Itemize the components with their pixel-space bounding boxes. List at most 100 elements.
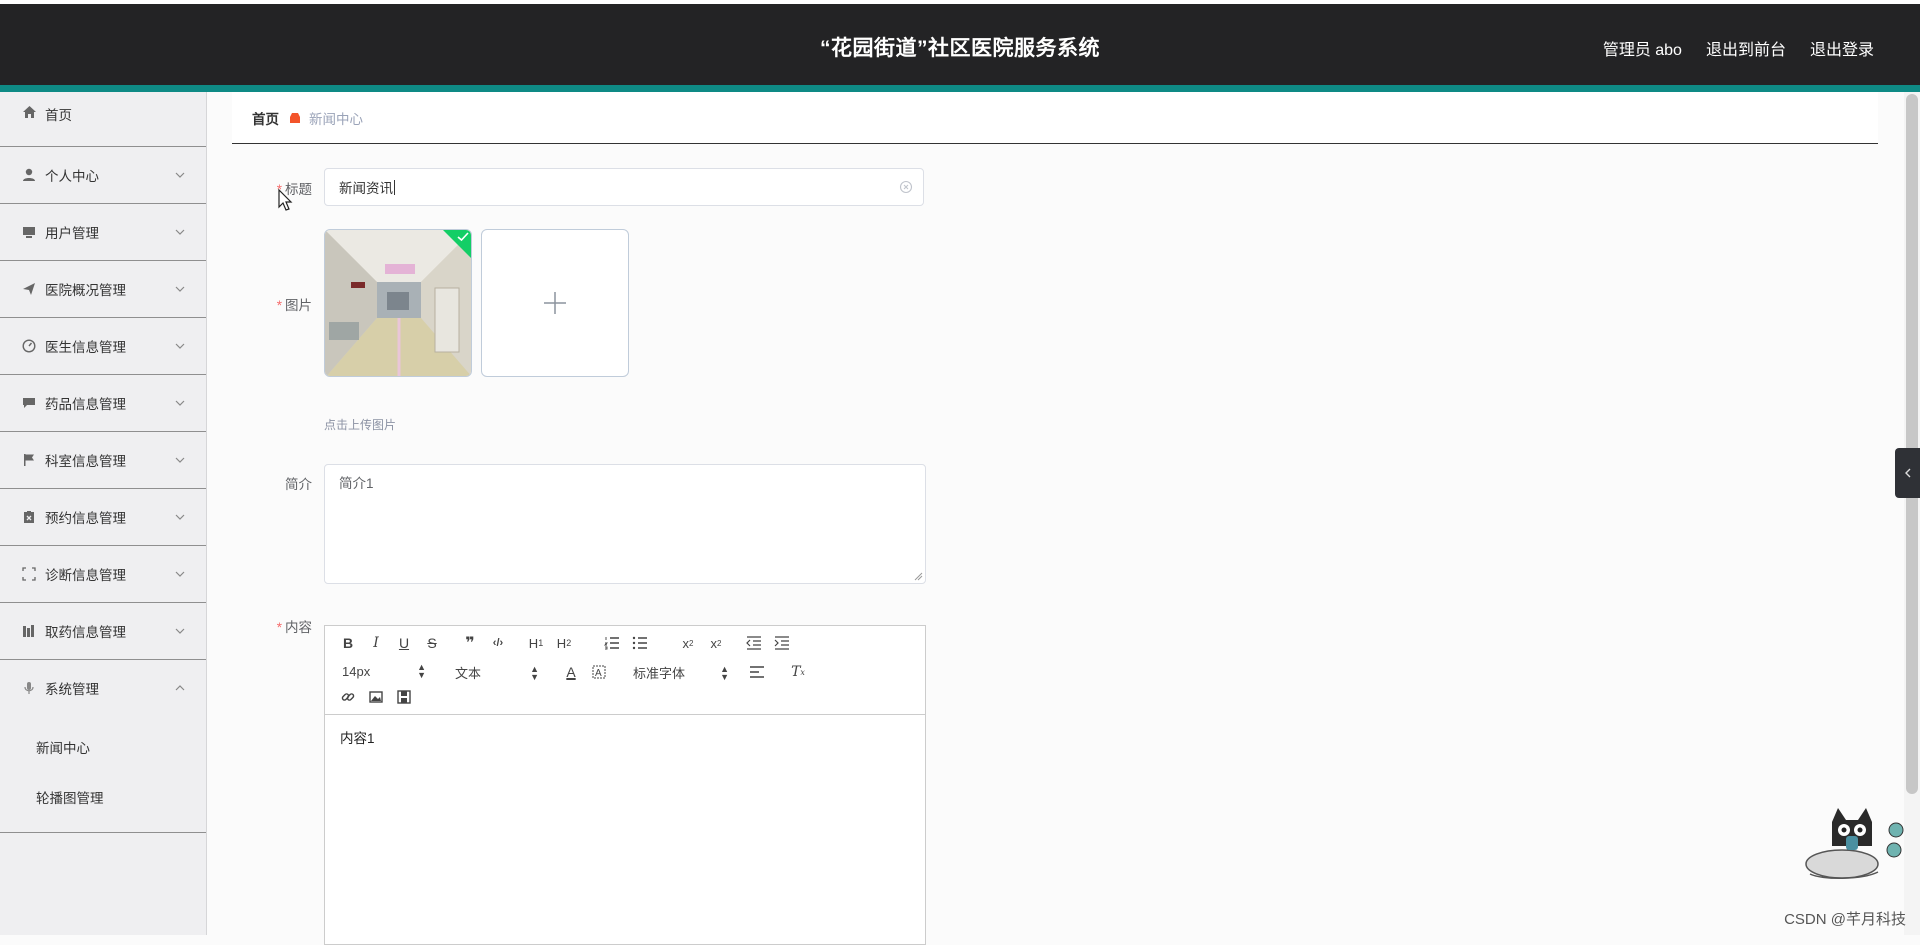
check-icon (457, 232, 469, 242)
title-input[interactable]: 新闻资讯 (324, 168, 924, 206)
sidebar-item-label: 药品信息管理 (45, 397, 126, 412)
upload-tip: 点击上传图片 (324, 418, 397, 432)
resize-grip-icon[interactable] (914, 572, 923, 581)
page-scrollbar-thumb[interactable] (1906, 94, 1918, 794)
system-management-submenu: 新闻中心 轮播图管理 (0, 716, 206, 833)
breadcrumb-current: 新闻中心 (309, 111, 363, 127)
exit-to-front-link[interactable]: 退出到前台 (1706, 36, 1786, 60)
intro-label: 简介 (285, 477, 312, 492)
microphone-icon (21, 680, 37, 696)
sidebar-item-label: 诊断信息管理 (45, 568, 126, 583)
rich-text-editor: B I U S ❞ ‹/› H1 H2 x2 x2 14px ▲ ▼ 文本 ▲ … (324, 625, 926, 945)
chevron-down-icon (175, 172, 185, 178)
font-color-icon[interactable]: A (560, 662, 582, 682)
title-input-value: 新闻资讯 (339, 181, 393, 196)
sidebar-item-personal-center[interactable]: 个人中心 (0, 147, 206, 204)
books-icon (21, 623, 37, 639)
video-insert-icon[interactable] (393, 687, 415, 707)
intro-textarea-value: 简介1 (339, 476, 374, 491)
italic-icon[interactable]: I (365, 633, 387, 653)
select-arrows-icon: ▲ ▼ (720, 663, 729, 682)
select-arrows-icon: ▲ ▼ (417, 662, 426, 680)
chevron-left-icon (1904, 468, 1910, 478)
chevron-down-icon (175, 628, 185, 634)
chevron-down-icon (175, 286, 185, 292)
image-insert-icon[interactable] (365, 687, 387, 707)
required-mark: * (276, 620, 282, 635)
sidebar-subitem-news-center[interactable]: 新闻中心 (0, 722, 206, 772)
svg-text:A: A (595, 668, 602, 679)
sidebar-item-user-management[interactable]: 用户管理 (0, 204, 206, 261)
code-block-icon[interactable]: ‹/› (487, 633, 509, 653)
mouse-cursor-icon (278, 189, 293, 211)
clipboard-icon (21, 509, 37, 525)
editor-content-text: 内容1 (340, 731, 375, 746)
sidebar-item-label: 预约信息管理 (45, 511, 126, 526)
sidebar-item-label: 医院概况管理 (45, 283, 126, 298)
sidebar-subitem-carousel-management[interactable]: 轮播图管理 (0, 772, 206, 822)
sidebar-item-doctor-info[interactable]: 医生信息管理 (0, 318, 206, 375)
chevron-down-icon (175, 343, 185, 349)
admin-user-label[interactable]: 管理员 abo (1603, 36, 1682, 60)
sidebar: 首页 个人中心 用户管理 医院概况管理 医生信息管理 药品信息管理 科室信息管理… (0, 92, 207, 935)
heading-2-icon[interactable]: H2 (553, 633, 575, 653)
required-mark: * (276, 298, 282, 313)
sidebar-item-label: 系统管理 (45, 682, 99, 697)
background-color-icon[interactable]: A (588, 662, 610, 682)
sidebar-item-label: 用户管理 (45, 226, 99, 241)
chevron-up-icon (175, 685, 185, 691)
image-upload-button[interactable] (481, 229, 629, 377)
mascot-cat-icon (1805, 808, 1904, 880)
chevron-down-icon (175, 571, 185, 577)
sidebar-item-home[interactable]: 首页 (0, 92, 206, 147)
blockquote-icon[interactable]: ❞ (459, 633, 481, 653)
sidebar-item-pickup-info[interactable]: 取药信息管理 (0, 603, 206, 660)
intro-textarea[interactable]: 简介1 (324, 464, 926, 584)
bullet-list-icon[interactable] (629, 633, 651, 653)
heading-1-icon[interactable]: H1 (525, 633, 547, 653)
block-format-select[interactable]: 文本 ▲ ▼ (455, 663, 539, 682)
clear-icon[interactable] (899, 180, 913, 194)
uploaded-image-thumbnail[interactable] (324, 229, 472, 377)
select-arrows-icon: ▲ ▼ (530, 663, 539, 682)
clear-format-icon[interactable]: Tx (787, 662, 809, 682)
sidebar-item-label: 取药信息管理 (45, 625, 126, 640)
font-family-select[interactable]: 标准字体 ▲ ▼ (633, 663, 729, 682)
sidebar-item-department-info[interactable]: 科室信息管理 (0, 432, 206, 489)
watermark: CSDN @芊月科技 (1784, 911, 1906, 928)
fullscreen-icon (21, 566, 37, 582)
font-size-value: 14px (342, 663, 371, 679)
sidebar-item-system-management[interactable]: 系统管理 (0, 660, 206, 716)
outdent-icon[interactable] (743, 633, 765, 653)
logout-link[interactable]: 退出登录 (1810, 36, 1874, 60)
chevron-down-icon (175, 400, 185, 406)
editor-content-area[interactable]: 内容1 (325, 715, 925, 759)
breadcrumb-home[interactable]: 首页 (252, 108, 279, 128)
content-label-text: 内容 (285, 620, 312, 635)
indent-icon[interactable] (771, 633, 793, 653)
link-icon[interactable] (337, 687, 359, 707)
plus-icon (544, 292, 566, 314)
breadcrumb-separator-icon (290, 112, 300, 123)
superscript-icon[interactable]: x2 (705, 633, 727, 653)
side-panel-toggle[interactable] (1895, 448, 1920, 498)
subscript-icon[interactable]: x2 (677, 633, 699, 653)
sidebar-item-appointment-info[interactable]: 预约信息管理 (0, 489, 206, 546)
main-content: 首页 新闻中心 * 标题 新闻资讯 * 图片 点击上传图片 简介 简介1 * 内… (232, 92, 1878, 945)
sidebar-item-diagnosis-info[interactable]: 诊断信息管理 (0, 546, 206, 603)
title-label: * 标题 (232, 178, 312, 198)
editor-toolbar: B I U S ❞ ‹/› H1 H2 x2 x2 14px ▲ ▼ 文本 ▲ … (325, 626, 925, 715)
sidebar-item-medicine-info[interactable]: 药品信息管理 (0, 375, 206, 432)
sidebar-item-label: 个人中心 (45, 169, 99, 184)
strikethrough-icon[interactable]: S (421, 633, 443, 653)
text-caret (394, 179, 395, 195)
align-icon[interactable] (746, 662, 768, 682)
gauge-icon (21, 338, 37, 354)
sidebar-item-hospital-overview[interactable]: 医院概况管理 (0, 261, 206, 318)
content-label: * 内容 (232, 616, 312, 636)
bold-icon[interactable]: B (337, 633, 359, 653)
block-format-value: 文本 (455, 666, 482, 681)
underline-icon[interactable]: U (393, 633, 415, 653)
ordered-list-icon[interactable] (601, 633, 623, 653)
font-size-select[interactable]: 14px ▲ ▼ (342, 662, 426, 680)
